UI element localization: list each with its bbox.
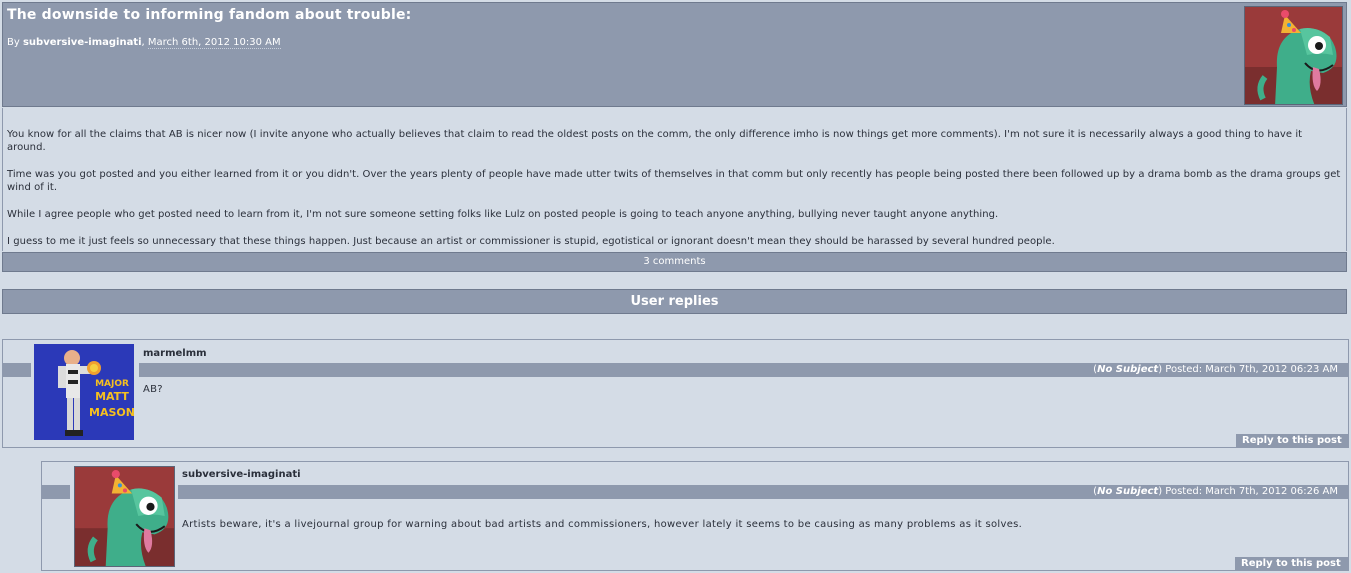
post-paragraph-3: While I agree people who get posted need… [7, 209, 999, 220]
comment-1: MAJOR MATT MASON marmelmm (No Subject) P… [2, 339, 1349, 448]
comment-author[interactable]: marmelmm [143, 348, 207, 359]
post-paragraph-4: I guess to me it just feels so unnecessa… [7, 236, 1055, 247]
avatar-text-major: MAJOR [95, 379, 129, 389]
comment-body: AB? [143, 384, 163, 395]
comment-subject: No Subject [1097, 486, 1159, 497]
post-author-link[interactable]: subversive-imaginati [23, 37, 142, 48]
comment-left-bar [42, 485, 70, 499]
comment-meta: (No Subject) Posted: March 7th, 2012 06:… [178, 485, 1348, 499]
comment-2: subversive-imaginati (No Subject) Posted… [41, 461, 1349, 571]
avatar-text-mason: MASON [89, 406, 134, 419]
post-byline: By subversive-imaginati, March 6th, 2012… [7, 37, 281, 49]
post-title: The downside to informing fandom about t… [7, 7, 412, 23]
party-hat-dinosaur-avatar[interactable] [74, 466, 175, 567]
comment-posted: Posted: March 7th, 2012 06:23 AM [1162, 364, 1338, 375]
comment-subject: No Subject [1097, 364, 1159, 375]
post-header: The downside to informing fandom about t… [2, 2, 1347, 107]
post-paragraph-1: You know for all the claims that AB is n… [7, 129, 1303, 153]
post-date: March 6th, 2012 10:30 AM [147, 37, 281, 49]
major-matt-mason-avatar[interactable]: MAJOR MATT MASON [34, 344, 134, 440]
comment-left-bar [3, 363, 31, 377]
by-label: By [7, 37, 23, 48]
comment-posted: Posted: March 7th, 2012 06:26 AM [1162, 486, 1338, 497]
comment-meta: (No Subject) Posted: March 7th, 2012 06:… [139, 363, 1348, 377]
reply-to-post-button[interactable]: Reply to this post [1236, 434, 1348, 448]
post-paragraph-2: Time was you got posted and you either l… [7, 169, 1341, 193]
comments-count-link[interactable]: 3 comments [2, 252, 1347, 272]
comment-body: Artists beware, it's a livejournal group… [182, 519, 1023, 530]
party-hat-dinosaur-avatar[interactable] [1244, 6, 1343, 105]
reply-to-post-button[interactable]: Reply to this post [1235, 557, 1348, 571]
date-separator: , [141, 37, 148, 48]
post-body: You know for all the claims that AB is n… [2, 108, 1347, 251]
user-replies-heading: User replies [2, 289, 1347, 314]
avatar-text-matt: MATT [95, 390, 129, 403]
comment-author[interactable]: subversive-imaginati [182, 469, 301, 480]
